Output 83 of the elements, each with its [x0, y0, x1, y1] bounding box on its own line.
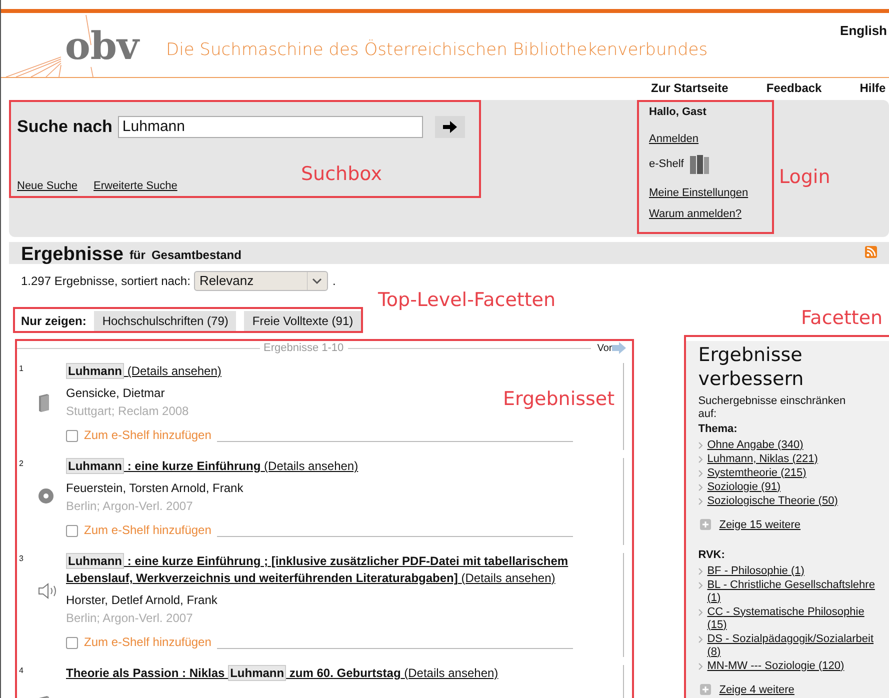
result-publisher: Berlin; Argon-Verl. 2007	[66, 498, 194, 515]
results-title: Ergebnisse	[21, 245, 124, 264]
nav-link[interactable]: Hilfe	[860, 79, 886, 97]
facet-link[interactable]: Ohne Angabe (340)	[707, 438, 804, 452]
bullet-icon	[698, 498, 704, 504]
tagline: Die Suchmaschine des Österreichischen Bibliothekenverbundes	[166, 38, 708, 62]
facet-link[interactable]: MN-MW --- Soziologie (120)	[707, 660, 844, 672]
sort-suffix: .	[332, 273, 336, 290]
book-icon	[38, 393, 50, 413]
filter-chip[interactable]: Hochschulschriften (79)	[94, 311, 236, 331]
facet-group-label: Thema:	[698, 422, 738, 437]
facet-link[interactable]: Luhmann, Niklas (221)	[707, 452, 818, 466]
next-link[interactable]: Vor	[591, 340, 612, 356]
facet-link[interactable]: BL - Christliche Gesellschaftslehre (1)	[707, 578, 875, 604]
bullet-icon	[698, 636, 704, 642]
rss-icon	[865, 246, 877, 258]
speaker-icon	[38, 583, 58, 599]
facet-link[interactable]: DS - Sozialpädagogik/Sozialarbeit (8)	[707, 632, 875, 658]
disc-icon	[38, 488, 54, 504]
scope-name: Gesamtbestand	[151, 247, 242, 264]
result-title-link[interactable]: Luhmann (Details ansehen)	[66, 363, 584, 380]
search-button[interactable]	[435, 116, 466, 138]
result-title-link[interactable]: Theorie als Passion : Niklas Luhmann zum 60. Geburtstag (Details ansehen)	[66, 665, 584, 682]
result-number: 3	[18, 553, 24, 565]
result-number: 4	[18, 665, 24, 677]
show-more-link[interactable]: Zeige 15 weitere	[719, 516, 801, 533]
login-link[interactable]: Anmelden	[649, 130, 748, 147]
show-more-link[interactable]: Zeige 4 weitere	[719, 682, 794, 698]
result-number: 2	[18, 458, 24, 470]
logo: obv	[65, 27, 139, 65]
result-title-link[interactable]: Luhmann : eine kurze Einführung (Details ansehen)	[66, 458, 584, 475]
facet-link[interactable]: Systemtheorie (215)	[707, 466, 806, 480]
search-link[interactable]: Erweiterte Suche	[94, 178, 178, 194]
facet-group-label: RVK:	[698, 548, 726, 563]
filter-label: Nur zeigen:	[21, 313, 86, 330]
bullet-icon	[698, 484, 704, 490]
bullet-icon	[698, 582, 704, 588]
search-label: Suche nach	[17, 116, 112, 138]
bullet-icon	[698, 568, 704, 574]
scope-label: für	[129, 247, 146, 264]
eshelf-checkbox[interactable]	[66, 430, 78, 442]
nav-link[interactable]: Feedback	[766, 79, 822, 97]
sort-select[interactable]: Relevanz	[194, 271, 328, 291]
annotation-label: Top-Level-Facetten	[378, 288, 556, 313]
result-author: Horster, Detlef Arnold, Frank	[66, 592, 218, 609]
eshelf-label: e-Shelf	[649, 156, 684, 172]
eshelf-checkbox[interactable]	[66, 525, 78, 537]
facets-intro: Suchergebnisse einschränken auf:	[698, 395, 847, 421]
search-field[interactable]: Luhmann	[118, 116, 424, 138]
language-link[interactable]: English	[840, 21, 887, 40]
greeting: Hallo, Gast	[649, 105, 708, 120]
eshelf-checkbox[interactable]	[66, 637, 78, 649]
bullet-icon	[698, 442, 704, 448]
bullet-icon	[698, 608, 704, 616]
search-link[interactable]: Neue Suche	[17, 178, 78, 194]
books-icon	[688, 153, 710, 175]
bullet-icon	[698, 662, 704, 670]
bullet-icon	[698, 456, 704, 462]
facet-link[interactable]: Soziologie (91)	[707, 480, 781, 494]
nav-link[interactable]: Zur Startseite	[651, 79, 728, 97]
annotation-label: Login	[779, 165, 830, 190]
result-publisher: Stuttgart; Reclam 2008	[66, 403, 190, 420]
result-number: 1	[18, 363, 24, 375]
facet-link[interactable]: BF - Philosophie (1)	[707, 564, 804, 578]
filter-chip[interactable]: Freie Volltexte (91)	[244, 311, 362, 331]
bullet-icon	[698, 470, 704, 476]
result-count: 1.297 Ergebnisse, sortiert nach:	[21, 273, 190, 290]
facet-link[interactable]: CC - Systematische Philosophie (15)	[707, 606, 875, 632]
account-link[interactable]: Warum anmelden?	[649, 206, 748, 222]
result-publisher: Berlin; Argon-Verl. 2007	[66, 610, 194, 627]
arrow-right-icon	[443, 120, 458, 133]
page-range: Ergebnisse 1-10	[262, 340, 345, 356]
plus-icon	[700, 519, 712, 530]
result-author: Feuerstein, Torsten Arnold, Frank	[66, 480, 244, 497]
annotation-label: Ergebnisset	[503, 387, 615, 412]
facet-link[interactable]: Soziologische Theorie (50)	[707, 494, 838, 508]
facets-title: Ergebnisse verbessern	[698, 343, 805, 391]
arrow-right-icon	[612, 342, 626, 354]
result-title-link[interactable]: Luhmann : eine kurze Einführung ; [inklusive zusätzlicher PDF-Datei mit tabellarischem Lebenslauf, Werkverzeichnis und weiterführenden Literaturabgaben] (Details ansehen)	[66, 553, 584, 587]
annotation-label: Suchbox	[301, 162, 382, 187]
account-link[interactable]: Meine Einstellungen	[649, 185, 748, 202]
annotation-label: Facetten	[801, 306, 883, 331]
plus-icon	[700, 684, 712, 696]
